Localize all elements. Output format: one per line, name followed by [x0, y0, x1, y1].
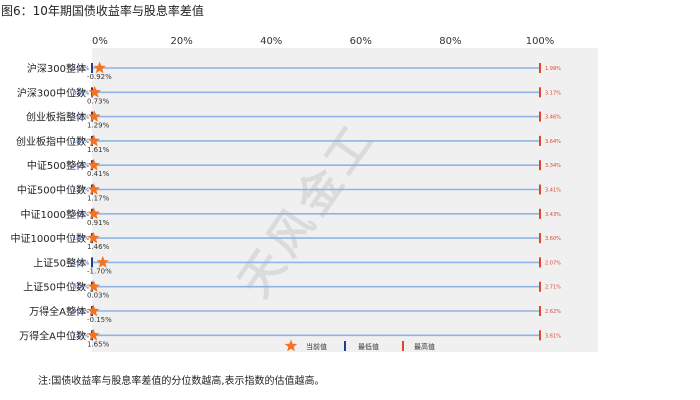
figure: 图6：10年期国债收益率与股息率差值 天风金工 0% 20% 40% 60% 80% 100… — [0, 0, 700, 400]
max-marker — [539, 87, 541, 98]
max-marker — [539, 184, 541, 195]
max-marker — [539, 233, 541, 244]
current-value-label: 1.29% — [87, 122, 110, 130]
max-marker — [539, 330, 541, 341]
min-marker — [91, 257, 93, 268]
current-value-label: 1.17% — [87, 195, 110, 203]
current-value-label: -0.92% — [87, 73, 112, 81]
max-marker — [539, 257, 541, 268]
footnote: 注:国债收益率与股息率差值的分位数越高,表示指数的估值越高。 — [38, 376, 325, 387]
max-value-label: 3.61% — [545, 333, 561, 339]
max-value-label: 3.64% — [545, 139, 561, 145]
max-marker — [539, 160, 541, 171]
min-value-label: 0.24% — [73, 163, 89, 169]
min-value-label: -0.32% — [71, 309, 89, 315]
max-marker — [539, 281, 541, 292]
current-value-label: 0.91% — [87, 219, 110, 227]
chart-svg: 天风金工0% 20% 40% 60% 80% 100%沪深300整体-1.13% 1.99%… — [11, 36, 598, 352]
max-marker — [539, 63, 541, 73]
max-value-label: 2.07% — [545, 260, 561, 266]
legend-current-label: 当前值 — [306, 342, 327, 351]
min-marker — [91, 63, 93, 73]
min-value-label: 0.84% — [73, 212, 89, 218]
min-value-label: -0.00% — [71, 285, 89, 291]
max-marker — [539, 135, 541, 146]
current-value-label: 1.61% — [87, 146, 110, 154]
max-value-label: 3.46% — [545, 115, 561, 121]
x-tick-label: 80% — [439, 36, 461, 47]
min-value-label: 0.62% — [73, 90, 89, 96]
min-value-label: 1.27% — [73, 115, 89, 121]
current-value-label: 1.46% — [87, 243, 110, 251]
min-value-label: -1.90% — [71, 260, 89, 266]
min-value-label: 1.43% — [73, 236, 89, 242]
min-value-label: -1.13% — [71, 66, 89, 72]
max-value-label: 3.17% — [545, 90, 561, 96]
x-tick-label: 0% — [92, 36, 108, 47]
x-tick-label: 100% — [526, 36, 555, 47]
legend-max-label: 最高值 — [414, 342, 435, 351]
min-value-label: 1.61% — [73, 139, 89, 145]
legend-min-marker — [344, 341, 346, 351]
max-value-label: 3.43% — [545, 212, 561, 218]
max-value-label: 1.99% — [545, 66, 561, 72]
x-tick-label: 20% — [170, 36, 192, 47]
max-value-label: 2.62% — [545, 309, 561, 315]
legend-max-marker — [402, 341, 404, 351]
max-value-label: 3.41% — [545, 188, 561, 194]
max-marker — [539, 306, 541, 316]
current-value-label: 0.73% — [87, 97, 110, 105]
max-marker — [539, 208, 541, 219]
current-value-label: 0.41% — [87, 170, 110, 178]
current-value-label: 0.03% — [87, 292, 110, 300]
max-marker — [539, 111, 541, 122]
legend-min-label: 最低值 — [358, 342, 379, 351]
current-value-label: 1.65% — [87, 340, 110, 348]
min-value-label: 1.65% — [73, 333, 89, 339]
max-value-label: 3.60% — [545, 236, 561, 242]
current-value-label: -0.15% — [87, 316, 112, 324]
x-tick-label: 60% — [350, 36, 372, 47]
current-value-label: -1.70% — [87, 267, 112, 275]
max-value-label: 2.71% — [545, 285, 561, 291]
x-tick-label: 40% — [260, 36, 282, 47]
max-value-label: 3.34% — [545, 163, 561, 169]
min-value-label: 1.10% — [73, 188, 89, 194]
